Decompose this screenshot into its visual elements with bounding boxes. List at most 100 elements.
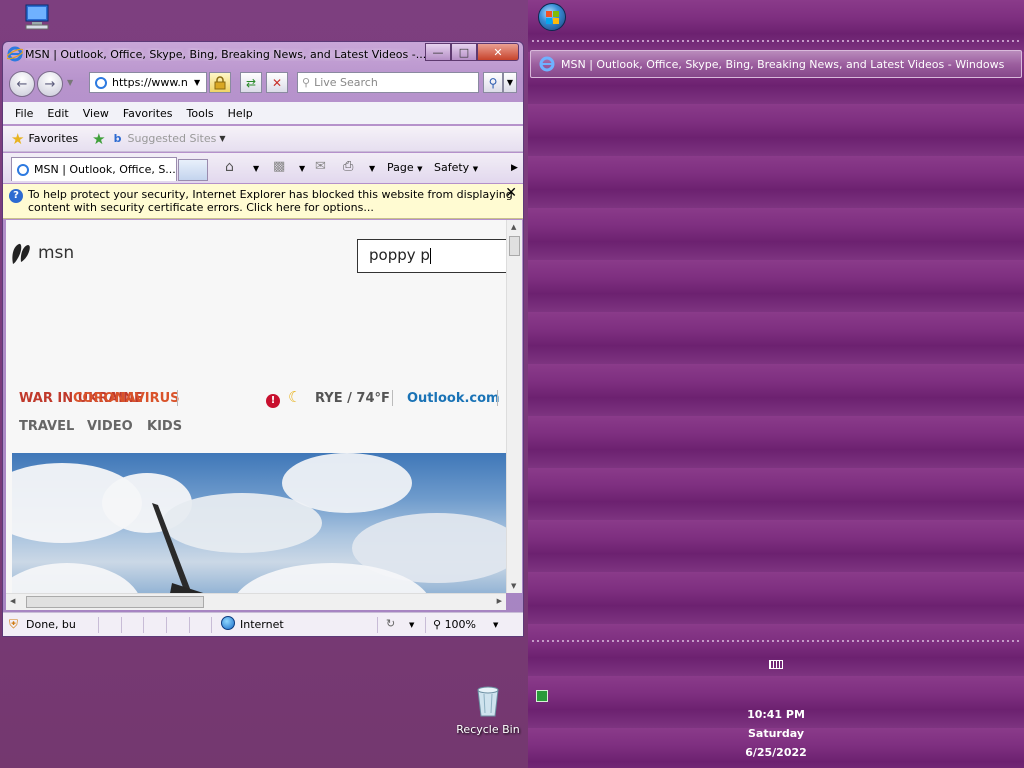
home-dropdown-icon[interactable]: ▼ (253, 164, 259, 173)
vertical-scroll-thumb[interactable] (509, 236, 520, 256)
nav-divider (392, 390, 393, 406)
suggested-sites-button[interactable]: b Suggested Sites ▼ (114, 132, 226, 145)
scroll-up-icon[interactable]: ▲ (511, 223, 516, 231)
page-menu-label: Page (387, 161, 414, 174)
protected-mode-button[interactable]: ↻ (386, 617, 395, 630)
scroll-down-icon[interactable]: ▼ (511, 582, 516, 590)
keyboard-icon[interactable] (769, 660, 783, 669)
feeds-dropdown-icon[interactable]: ▼ (299, 164, 305, 173)
zoom-dropdown-icon[interactable]: ▼ (493, 621, 498, 629)
star-icon: ★ (11, 129, 25, 148)
refresh-icon: ⇄ (245, 75, 257, 90)
menu-help[interactable]: Help (228, 107, 253, 120)
system-tray: 10:41 PM Saturday 6/25/2022 (528, 650, 1024, 768)
infobar-close-icon[interactable]: ✕ (505, 186, 517, 200)
menu-tools[interactable]: Tools (187, 107, 214, 120)
moon-icon: ☾ (288, 388, 302, 406)
network-icon[interactable] (536, 690, 548, 702)
title-bar[interactable]: MSN | Outlook, Office, Skype, Bing, Brea… (3, 42, 523, 66)
msn-search-value: poppy p (369, 246, 430, 264)
chevron-down-icon: ▼ (506, 78, 514, 87)
maximize-button[interactable]: □ (451, 43, 477, 61)
search-go-button[interactable]: ⚲ (483, 72, 503, 93)
more-commands-button[interactable]: ▶ (511, 163, 518, 173)
minimize-button[interactable]: — (425, 43, 451, 61)
clock-time[interactable]: 10:41 PM (528, 708, 1024, 721)
stop-button[interactable]: ✕ (266, 72, 288, 93)
nav-video[interactable]: VIDEO (87, 419, 133, 434)
certificate-error-button[interactable] (209, 72, 231, 93)
close-button[interactable]: ✕ (477, 43, 519, 61)
favorites-button[interactable]: ★ Favorites (11, 130, 78, 148)
tab-bar: MSN | Outlook, Office, S... ⌂ ▼ ▩ ▼ ✉ ⎙ … (3, 153, 523, 183)
home-button[interactable]: ⌂ (225, 159, 234, 175)
home-icon: ⌂ (225, 159, 234, 175)
chevron-down-icon[interactable]: ▼ (409, 621, 414, 629)
nav-kids[interactable]: KIDS (147, 419, 182, 434)
zoom-button[interactable]: ⚲ 100% (433, 618, 476, 631)
msn-logo[interactable]: msn (10, 240, 74, 266)
menu-edit[interactable]: Edit (47, 107, 68, 120)
mail-icon: ✉ (315, 159, 326, 174)
clock-date: 6/25/2022 (745, 746, 807, 759)
scroll-left-icon[interactable]: ◀ (10, 597, 15, 605)
stop-icon: ✕ (271, 75, 283, 90)
recycle-bin[interactable]: Recycle Bin (452, 684, 524, 736)
address-bar[interactable]: https://www.n ▼ (89, 72, 207, 93)
close-icon: ✕ (493, 45, 503, 59)
favorites-label: Favorites (28, 132, 79, 145)
outlook-link[interactable]: Outlook.com (407, 391, 500, 406)
search-input[interactable]: ⚲ Live Search (297, 72, 479, 93)
new-tab-button[interactable] (178, 159, 208, 181)
safety-menu[interactable]: Safety ▼ (434, 161, 478, 174)
mail-button[interactable]: ✉ (315, 159, 326, 174)
back-button[interactable]: ← (9, 71, 35, 97)
weather-text[interactable]: RYE / 74°F (315, 391, 390, 406)
address-dropdown-icon[interactable]: ▼ (194, 78, 200, 87)
search-options-button[interactable]: ▼ (503, 72, 517, 93)
taskbar: MSN | Outlook, Office, Skype, Bing, Brea… (528, 0, 1024, 768)
forward-button[interactable]: → (37, 71, 63, 97)
page-menu[interactable]: Page ▼ (387, 161, 423, 174)
print-dropdown-icon[interactable]: ▼ (369, 164, 375, 173)
text-caret (429, 247, 431, 264)
start-button[interactable] (538, 3, 566, 31)
msn-search-input[interactable]: poppy p (357, 239, 506, 273)
feeds-button[interactable]: ▩ (273, 159, 285, 174)
chevron-down-icon: ▼ (472, 165, 479, 173)
refresh-button[interactable]: ⇄ (240, 72, 262, 93)
printer-icon: ⎙ (343, 159, 354, 174)
zoom-icon: ⚲ (433, 618, 442, 631)
hero-image[interactable]: ‹ (12, 453, 506, 593)
msn-logo-text: msn (38, 243, 75, 263)
alert-icon[interactable]: ! (266, 394, 280, 408)
scroll-right-icon[interactable]: ▶ (497, 597, 502, 605)
horizontal-scrollbar[interactable]: ◀ ▶ (6, 593, 506, 610)
menu-bar: File Edit View Favorites Tools Help (3, 102, 523, 124)
tab-msn[interactable]: MSN | Outlook, Office, S... (11, 157, 177, 181)
favorites-bar: ★ Favorites ★ b Suggested Sites ▼ (3, 126, 523, 152)
bing-icon: b (113, 132, 122, 145)
menu-view[interactable]: View (83, 107, 109, 120)
security-info-bar[interactable]: ? To help protect your security, Interne… (3, 184, 523, 219)
artillery-silhouette (152, 503, 204, 593)
nav-coronavirus[interactable]: CORONAVIRUS (73, 391, 180, 406)
desktop: Recycle Bin MSN | Outlook, Office, Skype… (0, 0, 528, 768)
menu-favorites[interactable]: Favorites (123, 107, 173, 120)
search-placeholder: Live Search (314, 76, 378, 89)
recent-pages-icon[interactable]: ▼ (67, 78, 73, 87)
suggested-sites-label: Suggested Sites (127, 132, 217, 145)
computer-icon[interactable] (20, 3, 54, 33)
nav-travel[interactable]: TRAVEL (19, 419, 74, 434)
window-title: MSN | Outlook, Office, Skype, Bing, Brea… (25, 47, 425, 61)
menu-file[interactable]: File (15, 107, 33, 120)
maximize-icon: □ (458, 45, 470, 59)
horizontal-scroll-thumb[interactable] (26, 596, 204, 608)
safety-menu-label: Safety (434, 161, 470, 174)
vertical-scrollbar[interactable]: ▲ ▼ (506, 220, 522, 593)
tab-title: MSN | Outlook, Office, S... (34, 163, 176, 176)
add-favorite-button[interactable]: ★ (92, 130, 105, 148)
internet-zone-icon (221, 616, 235, 630)
taskbar-button-ie[interactable]: MSN | Outlook, Office, Skype, Bing, Brea… (530, 50, 1022, 78)
print-button[interactable]: ⎙ (343, 159, 353, 174)
